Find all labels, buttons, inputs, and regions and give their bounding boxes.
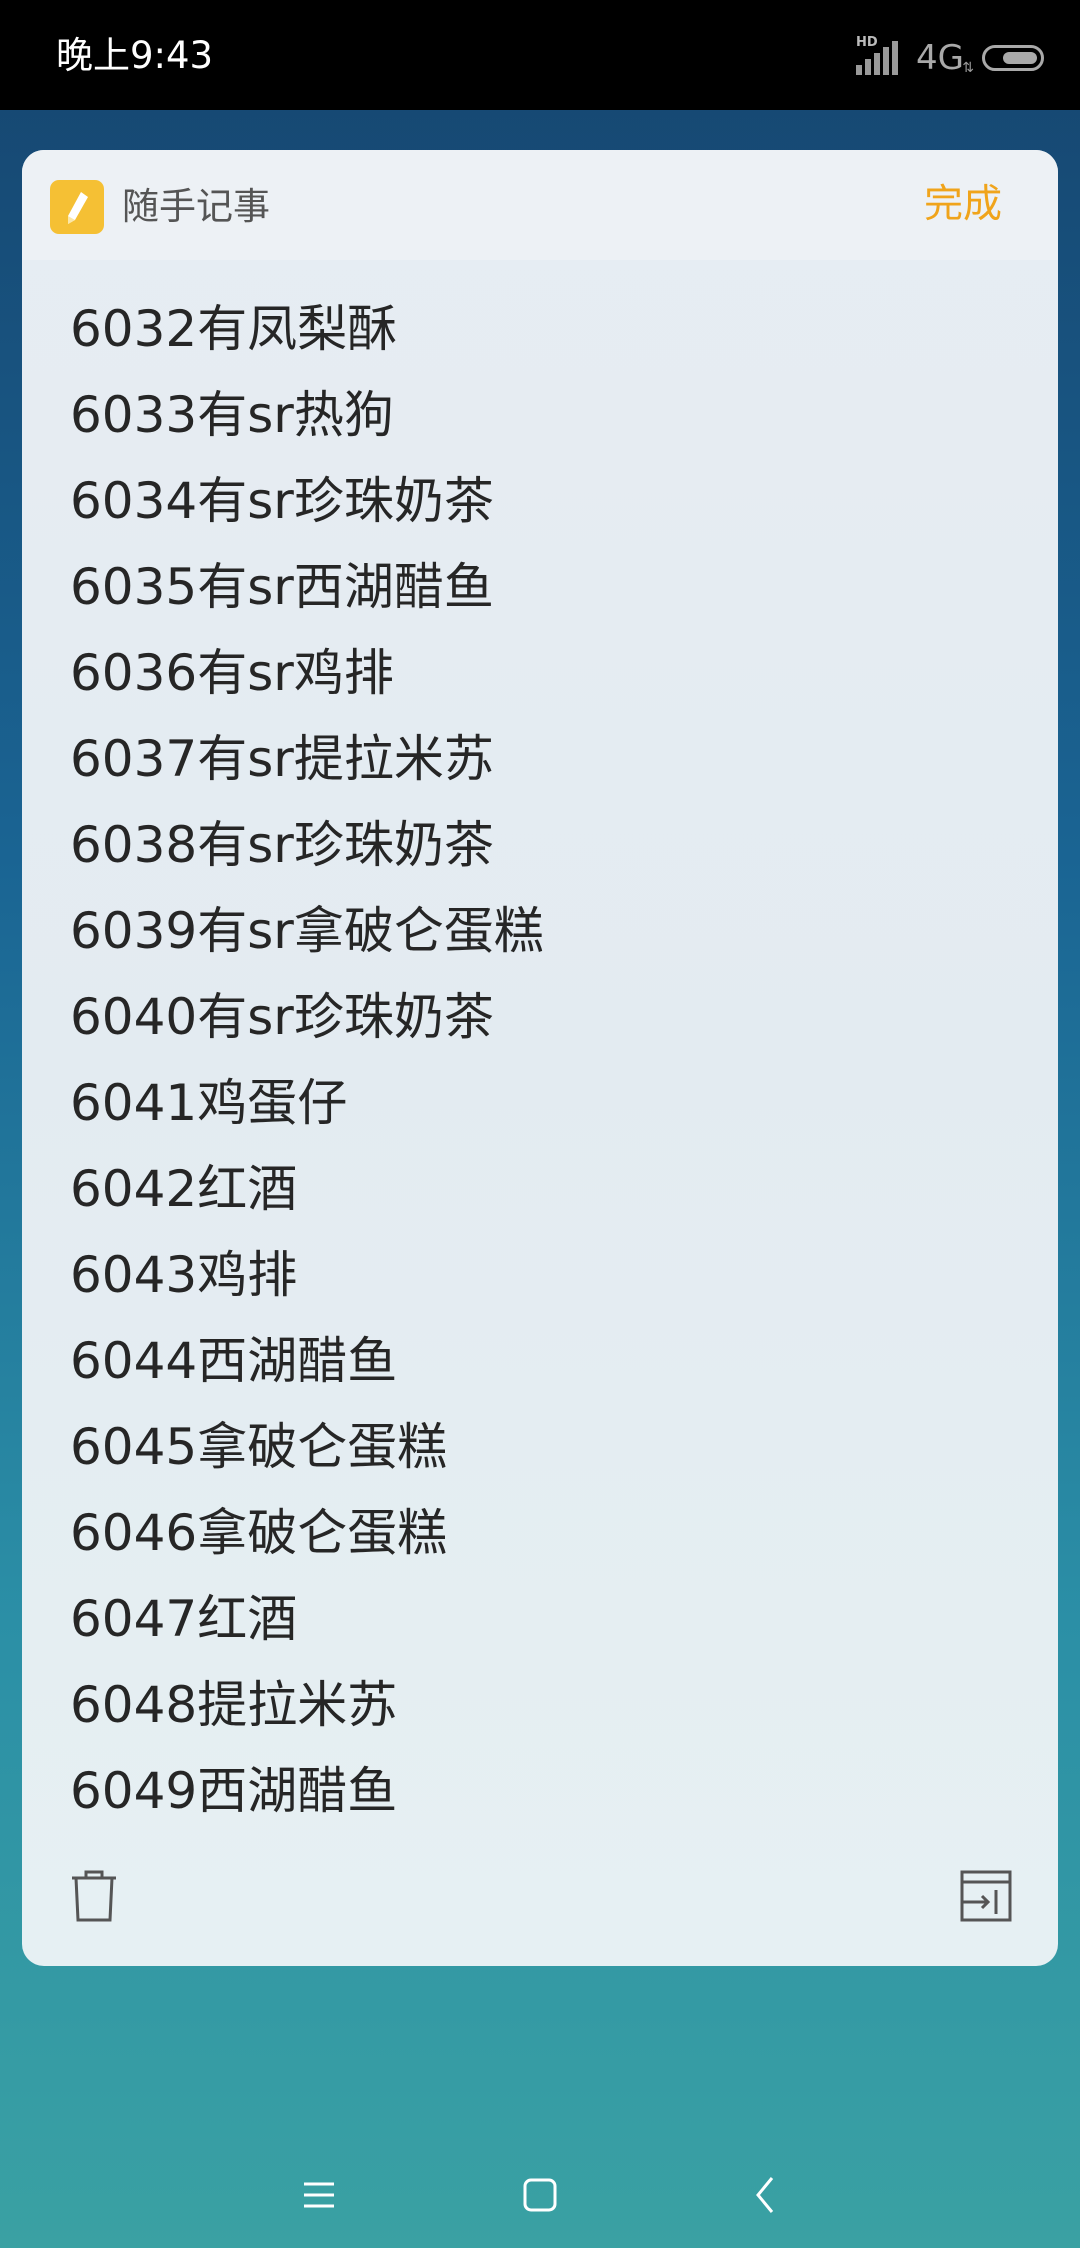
battery-icon — [982, 45, 1044, 71]
network-label: 4G — [916, 38, 964, 78]
note-line: 6043鸡排 — [70, 1246, 298, 1304]
signal-icon: HD — [856, 35, 902, 77]
network-type: 4G ⇅ — [916, 38, 974, 78]
hd-label: HD — [856, 35, 878, 50]
done-button[interactable]: 完成 — [924, 180, 1002, 230]
note-content[interactable]: 6032有凤梨酥 6033有sr热狗 6034有sr珍珠奶茶 6035有sr西湖醋鱼 6… — [70, 286, 544, 1834]
note-line: 6049西湖醋鱼 — [70, 1762, 398, 1820]
note-line: 6044西湖醋鱼 — [70, 1332, 398, 1390]
data-activity-icon: ⇅ — [962, 60, 974, 76]
note-line: 6042红酒 — [70, 1160, 298, 1218]
note-line: 6033有sr热狗 — [70, 386, 394, 444]
note-line: 6048提拉米苏 — [70, 1676, 398, 1734]
home-icon[interactable] — [515, 2170, 565, 2220]
note-line: 6038有sr珍珠奶茶 — [70, 816, 494, 874]
status-time: 晚上9:43 — [56, 34, 214, 77]
note-line: 6035有sr西湖醋鱼 — [70, 558, 494, 616]
battery-fill — [1003, 52, 1037, 64]
status-bar: 晚上9:43 HD 4G ⇅ — [0, 0, 1080, 110]
note-line: 6039有sr拿破仑蛋糕 — [70, 902, 544, 960]
note-line: 6046拿破仑蛋糕 — [70, 1504, 448, 1562]
note-line: 6040有sr珍珠奶茶 — [70, 988, 494, 1046]
note-line: 6045拿破仑蛋糕 — [70, 1418, 448, 1476]
quick-note-card: 随手记事 完成 6032有凤梨酥 6033有sr热狗 6034有sr珍珠奶茶 6035… — [22, 150, 1058, 1966]
pencil-icon — [50, 180, 104, 234]
note-line: 6034有sr珍珠奶茶 — [70, 472, 494, 530]
trash-icon[interactable] — [66, 1868, 122, 1924]
note-line: 6032有凤梨酥 — [70, 300, 398, 358]
note-header: 随手记事 完成 — [22, 150, 1058, 260]
note-line: 6041鸡蛋仔 — [70, 1074, 348, 1132]
export-icon[interactable] — [958, 1868, 1014, 1924]
note-line: 6037有sr提拉米苏 — [70, 730, 494, 788]
note-line: 6047红酒 — [70, 1590, 298, 1648]
note-line: 6036有sr鸡排 — [70, 644, 394, 702]
status-indicators: HD 4G ⇅ — [856, 35, 1044, 80]
navigation-bar — [0, 2140, 1080, 2248]
menu-icon[interactable] — [294, 2170, 344, 2220]
back-icon[interactable] — [742, 2170, 792, 2220]
app-title: 随手记事 — [122, 185, 270, 228]
